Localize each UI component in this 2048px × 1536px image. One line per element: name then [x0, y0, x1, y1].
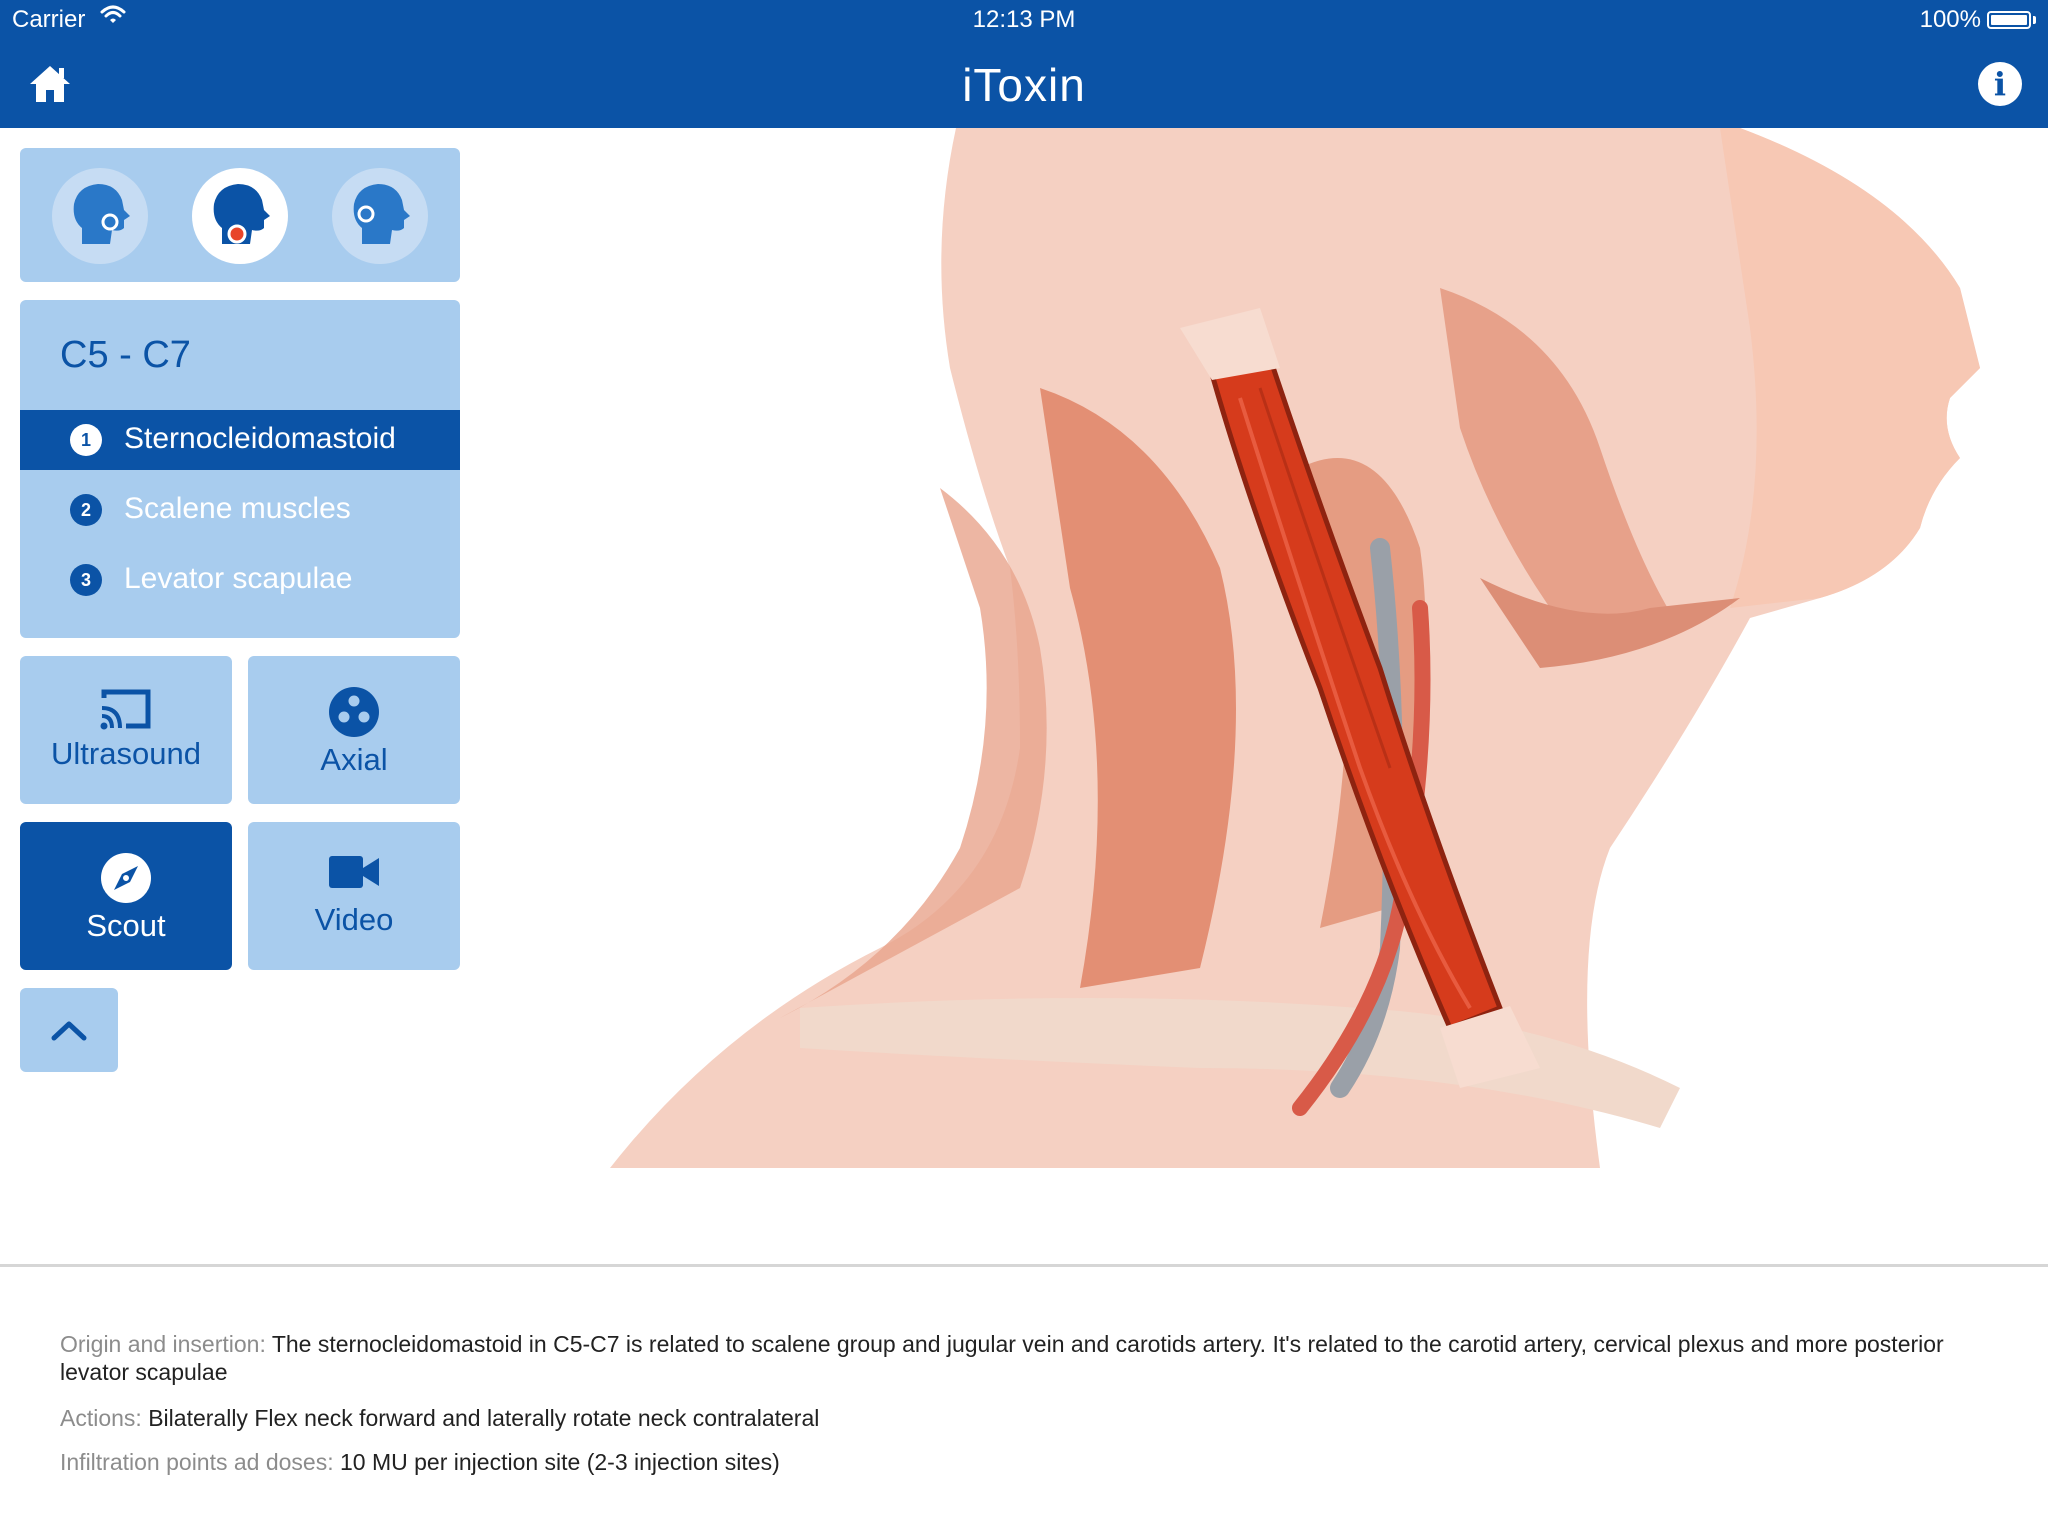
chevron-up-icon — [51, 1021, 87, 1041]
actions-text: Actions: Bilaterally Flex neck forward a… — [60, 1404, 2000, 1432]
collapse-up-button[interactable] — [20, 988, 118, 1072]
battery-icon — [1987, 11, 2031, 29]
muscle-item-sternocleidomastoid[interactable]: 1 Sternocleidomastoid — [20, 410, 460, 470]
app-title: iToxin — [962, 59, 1086, 111]
axial-circle-icon — [329, 687, 379, 737]
battery-percent: 100% — [1919, 6, 1981, 33]
info-icon: i — [1993, 65, 2007, 103]
infiltration-text: Infiltration points ad doses: 10 MU per … — [60, 1448, 2000, 1476]
video-camera-icon — [329, 856, 379, 888]
video-label: Video — [314, 902, 394, 937]
level-title: C5 - C7 — [60, 334, 191, 376]
origin-value: The sternocleidomastoid in C5-C7 is rela… — [60, 1331, 1944, 1385]
cast-icon — [100, 689, 151, 730]
clock: 12:13 PM — [972, 6, 1076, 33]
muscle-number-badge: 3 — [70, 564, 102, 596]
video-button[interactable]: Video — [248, 822, 460, 970]
origin-insertion-text: Origin and insertion: The sternocleidoma… — [60, 1330, 2000, 1386]
actions-label: Actions: — [60, 1405, 142, 1431]
head-profile-icon — [353, 184, 410, 244]
scout-label: Scout — [86, 908, 166, 943]
infiltration-label: Infiltration points ad doses: — [60, 1449, 334, 1475]
top-bar: Carrier 12:13 PM 100% iToxin i — [0, 0, 2048, 128]
axial-button[interactable]: Axial — [248, 656, 460, 804]
actions-value: Bilaterally Flex neck forward and latera… — [148, 1405, 820, 1431]
muscle-item-scalene[interactable]: 2 Scalene muscles — [20, 480, 460, 540]
axial-label: Axial — [320, 742, 388, 777]
muscle-label: Sternocleidomastoid — [124, 422, 396, 455]
muscle-list-panel: C5 - C7 1 Sternocleidomastoid 2 Scalene … — [20, 300, 460, 638]
info-button[interactable]: i — [1978, 62, 2022, 106]
muscle-number-badge: 2 — [70, 494, 102, 526]
scout-button[interactable]: Scout — [20, 822, 232, 970]
muscle-item-levator-scapulae[interactable]: 3 Levator scapulae — [20, 550, 460, 610]
view-button-posterior[interactable] — [52, 168, 148, 264]
view-button-anterior[interactable] — [332, 168, 428, 264]
origin-label: Origin and insertion: — [60, 1331, 266, 1357]
infiltration-value: 10 MU per injection site (2-3 injection … — [340, 1449, 780, 1475]
head-profile-icon — [73, 184, 130, 244]
battery-indicator: 100% — [1920, 6, 2036, 34]
neck-anatomy-illustration — [600, 128, 2048, 1178]
muscle-number-badge: 1 — [70, 424, 102, 456]
view-button-lateral[interactable] — [192, 168, 288, 264]
ultrasound-button[interactable]: Ultrasound — [20, 656, 232, 804]
muscle-label: Levator scapulae — [124, 562, 353, 595]
ultrasound-label: Ultrasound — [51, 736, 201, 771]
section-divider — [0, 1264, 2048, 1267]
status-bar: Carrier 12:13 PM 100% — [0, 0, 2048, 40]
view-selector — [20, 148, 460, 282]
compass-icon — [101, 853, 151, 903]
head-profile-icon — [213, 184, 270, 244]
muscle-label: Scalene muscles — [124, 492, 351, 525]
